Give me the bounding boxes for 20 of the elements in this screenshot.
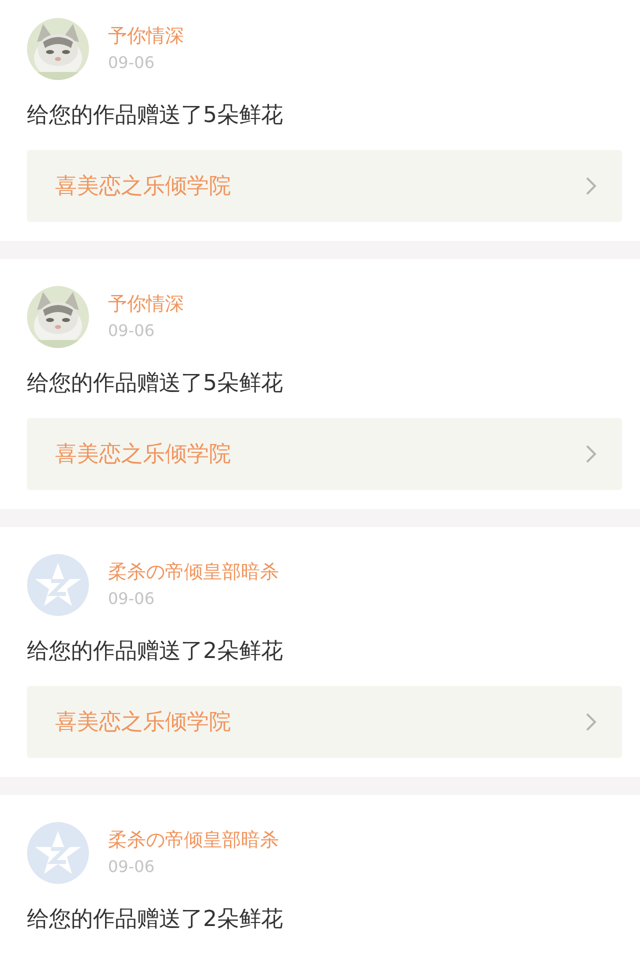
chevron-icon	[584, 443, 598, 465]
message-text: 给您的作品赠送了2朵鲜花	[27, 906, 284, 934]
work-link[interactable]: 喜美恋之乐倾学院	[27, 150, 622, 222]
default-avatar-icon	[27, 822, 89, 884]
date-text: 09-06	[108, 321, 156, 341]
message-text: 给您的作品赠送了5朵鲜花	[27, 102, 284, 130]
date-text: 09-06	[108, 53, 156, 73]
user-name: 柔杀の帝倾皇部暗杀	[108, 561, 279, 583]
message-text: 给您的作品赠送了2朵鲜花	[27, 638, 284, 666]
work-link[interactable]: 喜美恋之乐倾学院	[27, 418, 622, 490]
message-text: 给您的作品赠送了5朵鲜花	[27, 370, 284, 398]
date-text: 09-06	[108, 589, 156, 609]
user-name: 予你情深	[108, 293, 184, 315]
work-link[interactable]: 喜美恋之乐倾学院	[27, 686, 622, 758]
user-name: 柔杀の帝倾皇部暗杀	[108, 829, 279, 851]
user-name: 予你情深	[108, 25, 184, 47]
default-avatar-icon	[27, 554, 89, 616]
chevron-icon	[584, 711, 598, 733]
date-text: 09-06	[108, 857, 156, 877]
chevron-icon	[584, 175, 598, 197]
